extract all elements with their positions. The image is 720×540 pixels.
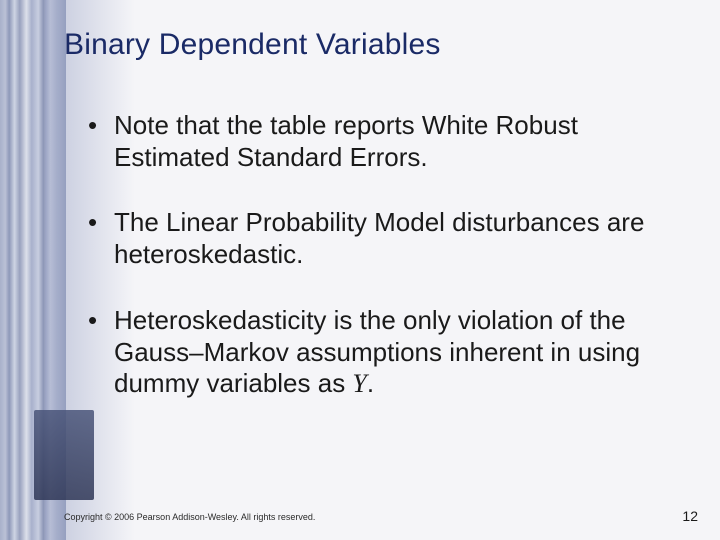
- bullet-item: The Linear Probability Model disturbance…: [88, 207, 694, 270]
- copyright-footer: Copyright © 2006 Pearson Addison-Wesley.…: [64, 512, 315, 522]
- bullet-list: Note that the table reports White Robust…: [64, 110, 694, 400]
- slide-content: Binary Dependent Variables Note that the…: [64, 28, 694, 434]
- bullet-text-pre: Heteroskedasticity is the only violation…: [114, 305, 640, 398]
- slide-title: Binary Dependent Variables: [64, 28, 694, 62]
- bullet-text: Note that the table reports White Robust…: [114, 110, 578, 172]
- bullet-text-post: .: [367, 368, 374, 398]
- bullet-item: Note that the table reports White Robust…: [88, 110, 694, 173]
- page-number: 12: [682, 508, 698, 524]
- bullet-item: Heteroskedasticity is the only violation…: [88, 305, 694, 400]
- math-variable: Y: [352, 369, 366, 398]
- bullet-text: The Linear Probability Model disturbance…: [114, 207, 644, 269]
